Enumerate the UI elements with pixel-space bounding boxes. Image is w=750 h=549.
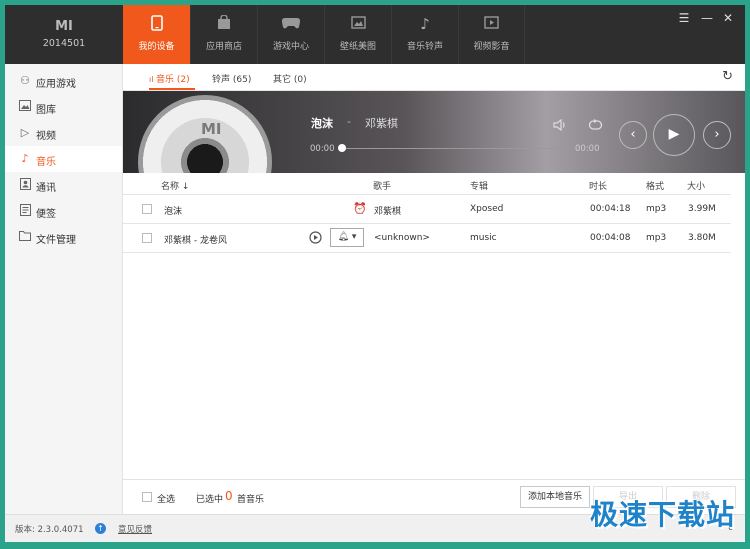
disc-logo: MI [201,120,222,138]
select-all-checkbox[interactable] [142,492,152,502]
bell-icon: 🔔︎ [337,232,350,242]
music-note-icon: ♪ [420,15,430,33]
tab-my-device[interactable]: 我的设备 [123,5,190,64]
music-icon: ♪ [21,152,29,165]
table-row[interactable]: 邓紫棋 - 龙卷风 🔔︎ ▾ <unknown> music 00:04:08 … [123,224,731,253]
gallery-icon [19,100,31,113]
track-name: 邓紫棋 - 龙卷风 [164,236,227,246]
track-artist: <unknown> [374,233,430,243]
track-album: Xposed [470,204,504,214]
bag-icon [191,14,257,34]
set-ringtone-button[interactable]: 🔔︎ ▾ [330,228,364,247]
column-album[interactable]: 专辑 [470,179,488,192]
minimize-icon[interactable]: — [700,11,714,25]
sidebar-item-notes[interactable]: 便签 [5,198,122,224]
sidebar-item-music[interactable]: ♪ 音乐 [5,146,122,172]
previous-button[interactable]: ‹ [619,121,647,149]
column-duration[interactable]: 时长 [589,179,607,192]
track-duration: 00:04:08 [590,233,631,243]
row-play-icon[interactable] [309,231,322,247]
row-checkbox[interactable] [142,204,152,214]
version-label: 版本: 2.3.0.4071 [15,525,84,535]
chevron-down-icon: ▾ [349,232,357,242]
tab-wallpaper[interactable]: 壁纸美图 [324,5,391,64]
phone-icon [123,15,190,35]
track-artist: 邓紫棋 [374,207,402,217]
gamepad-icon [258,15,324,33]
next-button[interactable]: › [703,121,731,149]
track-duration: 00:04:18 [590,204,631,214]
column-size[interactable]: 大小 [687,179,705,192]
refresh-icon[interactable]: ↻ [722,69,733,84]
sidebar-item-video[interactable]: ▷ 视频 [5,120,122,146]
sort-down-icon: ↓ [179,182,190,192]
row-checkbox[interactable] [142,233,152,243]
device-name: 2014501 [42,38,86,49]
tab-game-center[interactable]: 游戏中心 [257,5,324,64]
apps-icon: ⚇ [20,74,30,87]
now-playing-artist: 邓紫棋 [365,117,398,130]
column-name[interactable]: 名称 ↓ [161,179,189,192]
selected-suffix: 首音乐 [237,495,265,505]
tab-app-store[interactable]: 应用商店 [190,5,257,64]
device-info[interactable]: MI 2014501 [5,5,123,64]
add-local-music-button[interactable]: 添加本地音乐 [520,486,590,508]
seek-bar[interactable] [341,148,571,149]
time-elapsed: 00:00 [310,144,335,154]
bars-icon: ıl [149,75,156,84]
feedback-link[interactable]: 意见反馈 [118,523,152,535]
track-table-header: 名称 ↓ 歌手 专辑 时长 格式 大小 [123,173,731,195]
column-format[interactable]: 格式 [646,179,664,192]
track-size: 3.99M [688,204,716,214]
volume-icon[interactable] [553,118,568,134]
seek-handle[interactable] [338,144,346,152]
track-album: music [470,233,497,243]
watermark-logo: 极速下载站 [589,498,735,531]
column-artist[interactable]: 歌手 [373,179,391,192]
note-icon [19,204,31,217]
video-icon [459,15,524,33]
table-row[interactable]: 泡沫 ⏰ 邓紫棋 Xposed 00:04:18 mp3 3.99M [123,195,731,224]
sidebar-item-contacts[interactable]: 通讯 [5,172,122,198]
subtab-music[interactable]: ıl 音乐 (2) [149,72,190,85]
subtab-other[interactable]: 其它 (0) [273,72,307,85]
menu-icon[interactable]: ☰ [677,11,691,25]
track-size: 3.80M [688,233,716,243]
alarm-clock-icon[interactable]: ⏰ [353,202,367,215]
play-icon: ▷ [20,126,30,139]
update-icon[interactable]: ↑ [95,523,106,534]
selected-count: 0 [225,489,233,503]
sidebar-item-file-manager[interactable]: 文件管理 [5,224,122,250]
tab-video[interactable]: 视频影音 [458,5,525,64]
tab-music-ringtone[interactable]: ♪ 音乐铃声 [391,5,458,64]
music-subtabs: ıl 音乐 (2) 铃声 (65) 其它 (0) ↻ [123,64,745,91]
active-subtab-indicator [149,88,195,90]
sidebar-item-apps[interactable]: ⚇ 应用游戏 [5,68,122,94]
mi-logo: MI [55,19,73,34]
select-all-label[interactable]: 全选 [157,492,175,505]
track-name: 泡沫 [164,207,183,217]
picture-icon [325,15,391,33]
close-icon[interactable]: ✕ [721,11,735,25]
time-total: 00:00 [575,144,600,154]
app-window: MI 2014501 我的设备 应用商店 游戏中心 壁纸美图 ♪ 音乐铃声 视频… [5,5,745,542]
sidebar-item-gallery[interactable]: 图库 [5,94,122,120]
folder-icon [19,230,31,243]
track-format: mp3 [646,233,667,243]
play-button[interactable]: ▶ [653,114,695,156]
selected-prefix: 已选中 [196,495,224,505]
track-format: mp3 [646,204,667,214]
music-player: MI 泡沫 - 邓紫棋 00:00 00:00 ‹ ▶ › [123,91,745,173]
contacts-icon [19,178,31,191]
subtab-ringtone[interactable]: 铃声 (65) [212,72,251,85]
now-playing-title: 泡沫 [311,117,333,130]
top-bar: MI 2014501 我的设备 应用商店 游戏中心 壁纸美图 ♪ 音乐铃声 视频… [5,5,745,64]
repeat-icon[interactable] [588,119,603,134]
title-separator: - [347,115,351,128]
sidebar: ⚇ 应用游戏 图库 ▷ 视频 ♪ 音乐 通讯 便签 文件管理 [5,64,123,514]
